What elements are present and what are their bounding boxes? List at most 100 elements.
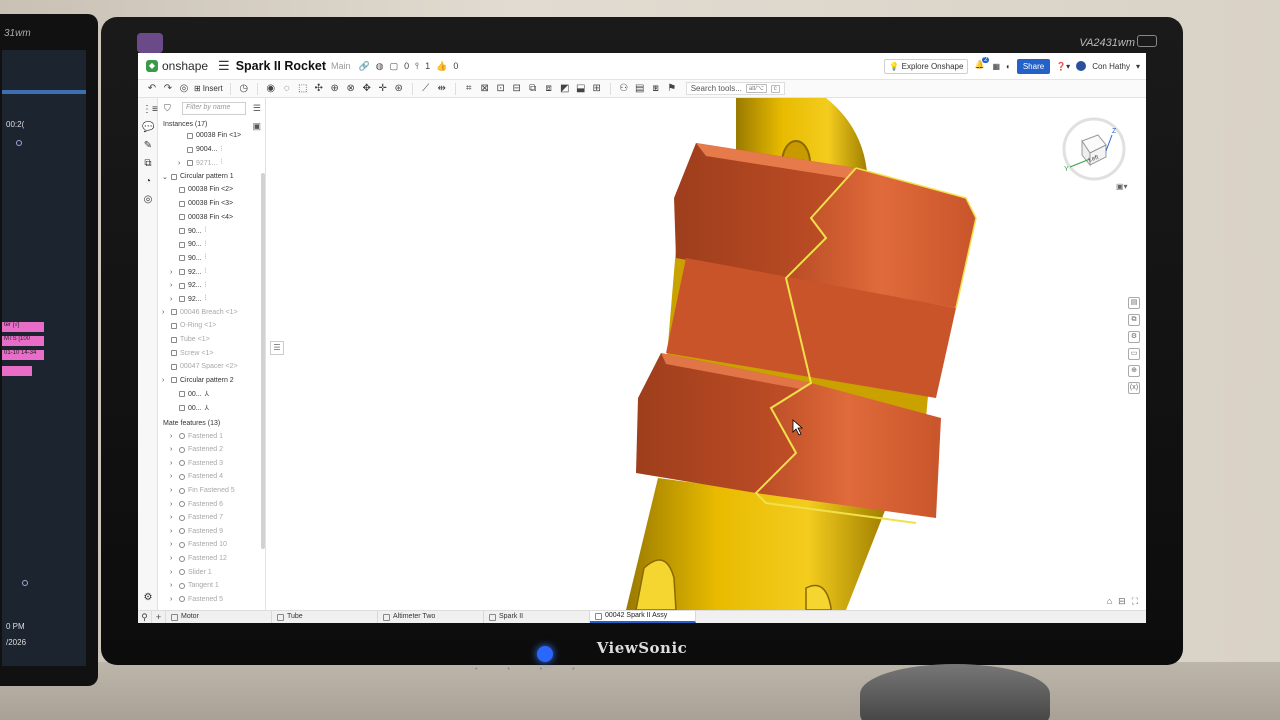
tab-00042-spark-ii-assy[interactable]: 00042 Spark II Assy bbox=[590, 611, 696, 623]
chevron-right-icon[interactable]: › bbox=[170, 296, 176, 303]
graphics-viewport[interactable] bbox=[266, 98, 1146, 610]
mass-properties-icon[interactable]: ⊞ bbox=[591, 83, 603, 95]
capture-icon[interactable]: ⌂ bbox=[1107, 596, 1112, 607]
edit-icon[interactable]: ✎ bbox=[142, 140, 154, 152]
tree-item[interactable]: › 92... ⫶ bbox=[170, 295, 206, 303]
mirror-icon[interactable]: ⧉ bbox=[527, 83, 539, 95]
rendering-icon[interactable]: ◎ bbox=[142, 194, 154, 206]
tree-item[interactable]: 00038 Fin <4> bbox=[170, 214, 233, 221]
tree-item[interactable]: 9004... ⫶ bbox=[178, 146, 222, 154]
tree-item[interactable]: 00... ⅄ bbox=[170, 390, 209, 398]
apps-icon[interactable]: ▦ bbox=[992, 62, 1000, 71]
measure-icon[interactable]: ⬓ bbox=[575, 83, 587, 95]
explode-icon[interactable]: ⧈ bbox=[543, 83, 555, 95]
tree-item[interactable]: › 92... ⫶ bbox=[170, 282, 206, 290]
explore-onshape-button[interactable]: 💡 Explore Onshape bbox=[884, 58, 969, 74]
named-positions-icon[interactable]: ⚑ bbox=[666, 83, 678, 95]
tree-item[interactable]: › 00046 Breach <1> bbox=[162, 309, 238, 316]
bom-panel-icon[interactable]: ▭ bbox=[1128, 348, 1140, 360]
chevron-right-icon[interactable]: › bbox=[170, 487, 176, 494]
menu-icon[interactable]: ☰ bbox=[218, 58, 230, 74]
app-switch-icon[interactable]: ⚙ bbox=[142, 592, 154, 604]
power-button[interactable] bbox=[537, 646, 553, 662]
filter-input[interactable]: Filter by name bbox=[182, 102, 246, 115]
mate-item[interactable]: › Fastened 4 bbox=[170, 473, 223, 480]
tree-item[interactable]: › Circular pattern 2 bbox=[162, 377, 234, 384]
view-cube[interactable]: Y Z Left ▣▾ bbox=[1054, 111, 1134, 191]
tab-manager-icon[interactable]: ⚲ bbox=[138, 611, 152, 623]
help-icon[interactable]: ❓▾ bbox=[1056, 62, 1070, 71]
fasten-mate-icon[interactable]: ◉ bbox=[265, 83, 277, 95]
add-tab-icon[interactable]: + bbox=[152, 611, 166, 623]
tree-item[interactable]: 90... ⫶ bbox=[170, 254, 206, 262]
ball-mate-icon[interactable]: ✥ bbox=[361, 83, 373, 95]
slider-mate-icon[interactable]: ⬚ bbox=[297, 83, 309, 95]
branch-label[interactable]: Main bbox=[331, 61, 351, 71]
branch-icon[interactable]: ⫯ bbox=[415, 61, 419, 72]
tree-item[interactable]: 00... ⅄ bbox=[170, 404, 209, 412]
chevron-right-icon[interactable]: › bbox=[170, 582, 176, 589]
chevron-right-icon[interactable]: › bbox=[170, 473, 176, 480]
user-name[interactable]: Con Hathy bbox=[1092, 62, 1130, 71]
planar-mate-icon[interactable]: ✣ bbox=[313, 83, 325, 95]
tree-item[interactable]: 00038 Fin <1> bbox=[178, 132, 241, 139]
view-cube-graphic[interactable]: Y Z Left ▣▾ bbox=[1054, 111, 1134, 191]
theme-icon[interactable]: ◐ bbox=[1006, 62, 1011, 71]
mate-item[interactable]: › Tangent 1 bbox=[170, 582, 219, 589]
chevron-right-icon[interactable]: › bbox=[170, 269, 176, 276]
mate-connector-icon[interactable]: ⌗ bbox=[463, 83, 475, 95]
tree-item[interactable]: › 9271... ⫶ bbox=[178, 159, 222, 167]
instances-title[interactable]: Instances (17) bbox=[163, 121, 207, 128]
history-icon[interactable]: ◷ bbox=[238, 83, 250, 95]
tree-item[interactable]: 00038 Fin <2> bbox=[170, 186, 233, 193]
share-button[interactable]: Share bbox=[1016, 58, 1051, 74]
mate-item[interactable]: › Fin Fastened 5 bbox=[170, 487, 235, 494]
circular-pattern-icon[interactable]: ⊡ bbox=[495, 83, 507, 95]
tree-item[interactable]: 00038 Fin <3> bbox=[170, 200, 233, 207]
link-icon[interactable]: 🔗 bbox=[359, 61, 370, 72]
redo-icon[interactable]: ↷ bbox=[162, 83, 174, 95]
mate-item[interactable]: › Fastened 2 bbox=[170, 446, 223, 453]
interference-icon[interactable]: ⚇ bbox=[618, 83, 630, 95]
parallel-mate-icon[interactable]: ✛ bbox=[377, 83, 389, 95]
configuration-panel-icon[interactable]: ⧉ bbox=[1128, 314, 1140, 326]
chevron-right-icon[interactable]: › bbox=[170, 596, 176, 603]
tree-item[interactable]: Tube <1> bbox=[162, 336, 210, 343]
rocket-3d-model[interactable] bbox=[266, 98, 1146, 610]
chevron-right-icon[interactable]: › bbox=[170, 555, 176, 562]
linear-pattern-icon[interactable]: ⊠ bbox=[479, 83, 491, 95]
notifications-icon[interactable]: 🔔 2 bbox=[974, 57, 990, 72]
linked-icon[interactable]: ◎ bbox=[178, 83, 190, 95]
tree-item[interactable]: › 92... ⫶ bbox=[170, 268, 206, 276]
chevron-right-icon[interactable]: › bbox=[170, 569, 176, 576]
animation-icon[interactable]: ◔ bbox=[142, 176, 154, 188]
avatar[interactable] bbox=[1076, 61, 1087, 71]
group-icon[interactable]: ⇹ bbox=[436, 83, 448, 95]
versions-icon[interactable]: ▢ bbox=[390, 61, 399, 72]
tree-item[interactable]: Screw <1> bbox=[162, 350, 213, 357]
chevron-right-icon[interactable]: › bbox=[170, 528, 176, 535]
undo-icon[interactable]: ↶ bbox=[146, 83, 158, 95]
mate-item[interactable]: › Fastened 1 bbox=[170, 433, 223, 440]
pin-slot-mate-icon[interactable]: ⊗ bbox=[345, 83, 357, 95]
cylindrical-mate-icon[interactable]: ⊕ bbox=[329, 83, 341, 95]
tangent-mate-icon[interactable]: ⊛ bbox=[393, 83, 405, 95]
mate-item[interactable]: › Fastened 6 bbox=[170, 501, 223, 508]
fullscreen-icon[interactable]: ⛶ bbox=[1132, 596, 1138, 607]
chevron-right-icon[interactable]: › bbox=[170, 433, 176, 440]
instances-icon[interactable]: ⧉ bbox=[142, 158, 154, 170]
variables-panel-icon[interactable]: (x) bbox=[1128, 382, 1140, 394]
view-icon[interactable]: ⧆ bbox=[650, 83, 662, 95]
filter-icon[interactable]: ⛉ bbox=[164, 103, 171, 114]
chevron-right-icon[interactable]: › bbox=[170, 514, 176, 521]
instances-options-icon[interactable]: ▣ bbox=[252, 121, 261, 132]
tree-item[interactable]: ⌄ Circular pattern 1 bbox=[162, 173, 234, 181]
document-title[interactable]: Spark II Rocket bbox=[236, 59, 326, 73]
chevron-right-icon[interactable]: › bbox=[170, 541, 176, 548]
mate-item[interactable]: › Fastened 12 bbox=[170, 555, 227, 562]
chevron-right-icon[interactable]: ⌄ bbox=[162, 173, 168, 181]
mates-panel-icon[interactable]: ⊕ bbox=[1128, 365, 1140, 377]
mate-item[interactable]: › Fastened 5 bbox=[170, 596, 223, 603]
monitor-control-buttons[interactable]: • • • • bbox=[475, 666, 589, 673]
feature-list-icon[interactable]: ⋮≡ bbox=[142, 104, 158, 116]
